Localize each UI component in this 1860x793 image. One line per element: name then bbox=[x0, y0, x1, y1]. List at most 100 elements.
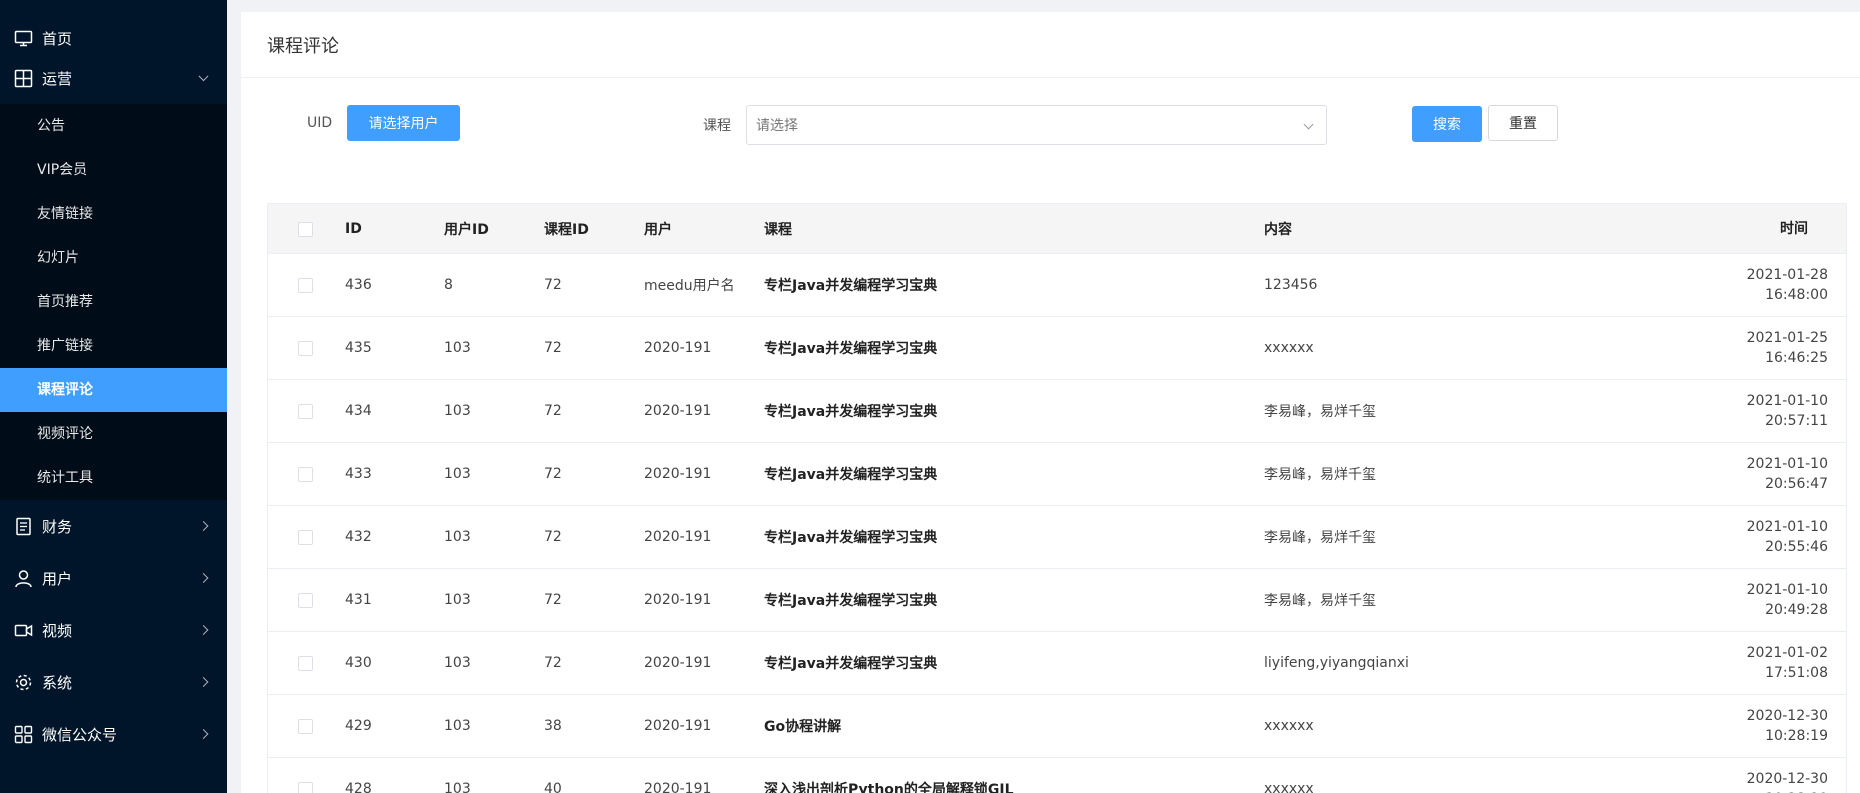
cell-time: 2021-01-10 20:56:47 bbox=[1747, 454, 1828, 494]
cell-course-id: 72 bbox=[544, 466, 562, 482]
sidebar-item-home-recommend[interactable]: 首页推荐 bbox=[0, 280, 227, 324]
document-icon bbox=[14, 517, 33, 536]
search-button[interactable]: 搜索 bbox=[1412, 106, 1482, 142]
cell-id: 430 bbox=[345, 655, 372, 671]
column-header-id: ID bbox=[345, 220, 362, 237]
cell-course: 专栏Java并发编程学习宝典 bbox=[764, 278, 938, 294]
menu-finance-label: 财务 bbox=[42, 517, 73, 536]
course-select[interactable]: 请选择 bbox=[746, 105, 1327, 145]
cell-content: xxxxxx bbox=[1264, 781, 1314, 793]
cell-course-id: 72 bbox=[544, 529, 562, 545]
page-title: 课程评论 bbox=[267, 35, 339, 57]
cell-course: 专栏Java并发编程学习宝典 bbox=[764, 404, 938, 420]
sidebar-item-slides[interactable]: 幻灯片 bbox=[0, 236, 227, 280]
sidebar-item-course-comments[interactable]: 课程评论 bbox=[0, 368, 227, 412]
sidebar-item-stats-tools[interactable]: 统计工具 bbox=[0, 456, 227, 500]
select-all-checkbox[interactable] bbox=[298, 221, 313, 237]
cell-time: 2021-01-25 16:46:25 bbox=[1747, 328, 1828, 368]
menu-users-label: 用户 bbox=[42, 569, 73, 588]
cell-time: 2021-01-10 20:49:28 bbox=[1747, 580, 1828, 620]
cell-course: 专栏Java并发编程学习宝典 bbox=[764, 341, 938, 357]
chevron-right-icon bbox=[198, 573, 209, 583]
main-panel: 课程评论 UID 请选择用户 课程 请选择 搜索 重置 ID 用户ID 课程ID… bbox=[241, 12, 1860, 793]
cell-date-text: 2021-01-10 bbox=[1746, 393, 1828, 409]
cell-id: 434 bbox=[345, 403, 372, 419]
cell-time-text: 17:51:08 bbox=[1765, 665, 1828, 681]
sidebar-item-announcement[interactable]: 公告 bbox=[0, 104, 227, 148]
cell-id: 431 bbox=[345, 592, 372, 608]
row-checkbox[interactable] bbox=[298, 341, 313, 356]
row-checkbox[interactable] bbox=[298, 593, 313, 608]
cell-time-text: 16:46:25 bbox=[1765, 350, 1828, 366]
row-checkbox[interactable] bbox=[298, 404, 313, 419]
cell-content: 123456 bbox=[1264, 277, 1318, 293]
column-header-course: 课程 bbox=[764, 221, 792, 238]
cell-id: 435 bbox=[345, 340, 372, 356]
menu-system[interactable]: 系统 bbox=[0, 656, 227, 708]
sidebar-item-video-comments[interactable]: 视频评论 bbox=[0, 412, 227, 456]
table-row: 431 103 72 2020-191 专栏Java并发编程学习宝典 李易峰，易烊千玺 20… bbox=[268, 569, 1846, 632]
sidebar-item-vip[interactable]: VIP会员 bbox=[0, 148, 227, 192]
filter-bar: UID 请选择用户 课程 请选择 搜索 重置 bbox=[241, 78, 1860, 208]
menu-wechat[interactable]: 微信公众号 bbox=[0, 708, 227, 760]
cell-course-id: 38 bbox=[544, 718, 562, 734]
cell-user-id: 103 bbox=[444, 340, 471, 356]
column-header-user: 用户 bbox=[644, 221, 672, 238]
cell-content: 李易峰，易烊千玺 bbox=[1264, 530, 1376, 546]
video-camera-icon bbox=[14, 621, 33, 640]
cell-time: 2021-01-28 16:48:00 bbox=[1747, 265, 1828, 305]
cell-time: 2021-01-02 17:51:08 bbox=[1747, 643, 1828, 683]
menu-video[interactable]: 视频 bbox=[0, 604, 227, 656]
row-checkbox[interactable] bbox=[298, 467, 313, 482]
table-row: 433 103 72 2020-191 专栏Java并发编程学习宝典 李易峰，易烊千玺 20… bbox=[268, 443, 1846, 506]
select-user-button[interactable]: 请选择用户 bbox=[347, 105, 460, 141]
chevron-right-icon bbox=[198, 625, 209, 635]
cell-date-text: 2020-12-30 bbox=[1746, 708, 1828, 724]
row-checkbox[interactable] bbox=[298, 530, 313, 545]
cell-user-id: 103 bbox=[444, 592, 471, 608]
cell-user: 2020-191 bbox=[644, 529, 712, 545]
cell-user: 2020-191 bbox=[644, 718, 712, 734]
cell-course-id: 72 bbox=[544, 277, 562, 293]
table-row: 435 103 72 2020-191 专栏Java并发编程学习宝典 xxxxxx 2021… bbox=[268, 317, 1846, 380]
chevron-right-icon bbox=[198, 521, 209, 531]
cell-user: 2020-191 bbox=[644, 655, 712, 671]
row-checkbox[interactable] bbox=[298, 719, 313, 734]
table-header-row: ID 用户ID 课程ID 用户 课程 内容 时间 bbox=[268, 204, 1846, 254]
cell-time-text: 16:48:00 bbox=[1765, 287, 1828, 303]
cell-course-id: 72 bbox=[544, 403, 562, 419]
menu-finance[interactable]: 财务 bbox=[0, 500, 227, 552]
cell-date-text: 2021-01-02 bbox=[1746, 645, 1828, 661]
menu-users[interactable]: 用户 bbox=[0, 552, 227, 604]
cell-time: 2021-01-10 20:55:46 bbox=[1747, 517, 1828, 557]
column-header-course-id: 课程ID bbox=[544, 221, 589, 238]
cell-user: 2020-191 bbox=[644, 340, 712, 356]
menu-home-label: 首页 bbox=[42, 29, 73, 48]
cell-id: 429 bbox=[345, 718, 372, 734]
sidebar-item-promo-links[interactable]: 推广链接 bbox=[0, 324, 227, 368]
cell-course: 专栏Java并发编程学习宝典 bbox=[764, 467, 938, 483]
row-checkbox[interactable] bbox=[298, 782, 313, 793]
row-checkbox[interactable] bbox=[298, 278, 313, 293]
cell-time-text: 10:28:19 bbox=[1747, 789, 1828, 793]
row-checkbox[interactable] bbox=[298, 656, 313, 671]
cell-course: 深入浅出剖析Python的全局解释锁GIL bbox=[764, 782, 1014, 793]
cell-time-text: 20:55:46 bbox=[1765, 539, 1828, 555]
cell-date-text: 2020-12-30 bbox=[1746, 771, 1828, 787]
cell-id: 428 bbox=[345, 781, 372, 793]
menu-video-label: 视频 bbox=[42, 621, 73, 640]
menu-system-label: 系统 bbox=[42, 673, 73, 692]
table-body: 436 8 72 meedu用户名 专栏Java并发编程学习宝典 123456 2021-0… bbox=[268, 254, 1846, 793]
cell-id: 436 bbox=[345, 277, 372, 293]
cell-user-id: 8 bbox=[444, 277, 453, 293]
cell-content: 李易峰，易烊千玺 bbox=[1264, 467, 1376, 483]
cell-user-id: 103 bbox=[444, 529, 471, 545]
reset-button[interactable]: 重置 bbox=[1488, 105, 1558, 141]
cell-course: 专栏Java并发编程学习宝典 bbox=[764, 656, 938, 672]
menu-operations[interactable]: 运营 bbox=[0, 52, 227, 104]
grid-icon bbox=[14, 69, 33, 88]
cell-course-id: 72 bbox=[544, 592, 562, 608]
cell-user: 2020-191 bbox=[644, 781, 712, 793]
sidebar-item-friend-links[interactable]: 友情链接 bbox=[0, 192, 227, 236]
cell-user: meedu用户名 bbox=[644, 278, 735, 294]
